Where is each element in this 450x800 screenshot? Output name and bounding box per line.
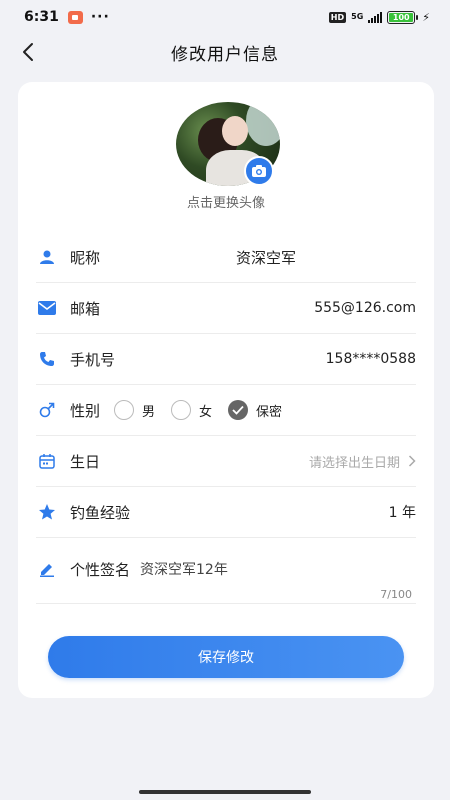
network-type: 5G bbox=[351, 12, 364, 21]
gender-option-label: 女 bbox=[199, 404, 213, 420]
status-time: 6:31 bbox=[24, 9, 59, 25]
save-button[interactable]: 保存修改 bbox=[48, 636, 404, 678]
phone-label: 手机号 bbox=[70, 350, 116, 369]
page-title: 修改用户信息 bbox=[171, 44, 279, 65]
profile-form-card: 点击更换头像 昵称 资深空军 邮箱 555@126.com 手机号 158***… bbox=[18, 82, 434, 698]
mail-icon bbox=[36, 297, 58, 319]
gender-option-secret[interactable]: 保密 bbox=[228, 400, 282, 420]
email-label: 邮箱 bbox=[70, 299, 101, 318]
signature-label: 个性签名 bbox=[70, 560, 131, 579]
gender-option-female[interactable]: 女 bbox=[171, 400, 212, 420]
nickname-label: 昵称 bbox=[70, 248, 101, 267]
page-header: 修改用户信息 bbox=[0, 34, 450, 70]
birthday-picker[interactable]: 请选择出生日期 bbox=[309, 452, 416, 471]
battery-level: 100 bbox=[392, 12, 410, 22]
male-symbol-icon bbox=[36, 399, 58, 421]
home-indicator[interactable] bbox=[139, 790, 311, 794]
radio-unchecked-icon bbox=[114, 400, 135, 420]
hd-badge: HD bbox=[328, 11, 347, 23]
fishing-experience-row[interactable]: 钓鱼经验 1 年 bbox=[36, 487, 416, 538]
change-avatar-button[interactable] bbox=[244, 156, 274, 186]
nickname-row[interactable]: 昵称 资深空军 bbox=[36, 232, 416, 283]
more-notifications-icon: ··· bbox=[90, 9, 110, 25]
signature-char-counter: 7/100 bbox=[380, 588, 412, 601]
back-button[interactable] bbox=[14, 38, 42, 66]
avatar-section[interactable] bbox=[176, 102, 280, 186]
gender-radio-group: 男 女 保密 bbox=[114, 400, 282, 420]
user-icon bbox=[36, 246, 58, 268]
gender-option-male[interactable]: 男 bbox=[114, 400, 155, 420]
calendar-icon bbox=[36, 450, 58, 472]
fishing-experience-value[interactable]: 1 年 bbox=[389, 502, 416, 522]
notification-app-icon bbox=[67, 10, 83, 24]
birthday-row[interactable]: 生日 请选择出生日期 bbox=[36, 436, 416, 487]
birthday-placeholder: 请选择出生日期 bbox=[308, 455, 400, 471]
signal-icon bbox=[368, 11, 383, 23]
pen-icon bbox=[36, 558, 58, 580]
gender-option-label: 保密 bbox=[256, 404, 283, 420]
chevron-left-icon bbox=[23, 43, 33, 61]
battery-icon: 100 bbox=[387, 10, 419, 24]
radio-checked-icon bbox=[228, 400, 249, 420]
star-icon bbox=[36, 501, 58, 523]
status-bar: 6:31 ··· HD 5G 100 ⚡ bbox=[0, 0, 450, 34]
phone-row[interactable]: 手机号 158****0588 bbox=[36, 334, 416, 385]
fishing-experience-label: 钓鱼经验 bbox=[70, 503, 131, 522]
radio-unchecked-icon bbox=[171, 400, 192, 420]
phone-value[interactable]: 158****0588 bbox=[326, 351, 416, 367]
email-value[interactable]: 555@126.com bbox=[314, 300, 416, 316]
signature-row: 个性签名 7/100 bbox=[36, 552, 416, 604]
email-row[interactable]: 邮箱 555@126.com bbox=[36, 283, 416, 334]
status-indicators: HD 5G 100 ⚡ bbox=[328, 10, 430, 24]
gender-label: 性别 bbox=[70, 401, 101, 420]
signature-input[interactable] bbox=[140, 561, 381, 577]
chevron-right-icon bbox=[408, 455, 416, 467]
birthday-label: 生日 bbox=[70, 452, 101, 471]
phone-icon bbox=[36, 348, 58, 370]
avatar-tip[interactable]: 点击更换头像 bbox=[18, 192, 434, 211]
charging-icon: ⚡ bbox=[422, 10, 430, 24]
camera-icon bbox=[252, 165, 266, 177]
nickname-value[interactable]: 资深空军 bbox=[236, 247, 296, 268]
gender-row: 性别 男 女 保密 bbox=[36, 385, 416, 436]
gender-option-label: 男 bbox=[142, 404, 156, 420]
